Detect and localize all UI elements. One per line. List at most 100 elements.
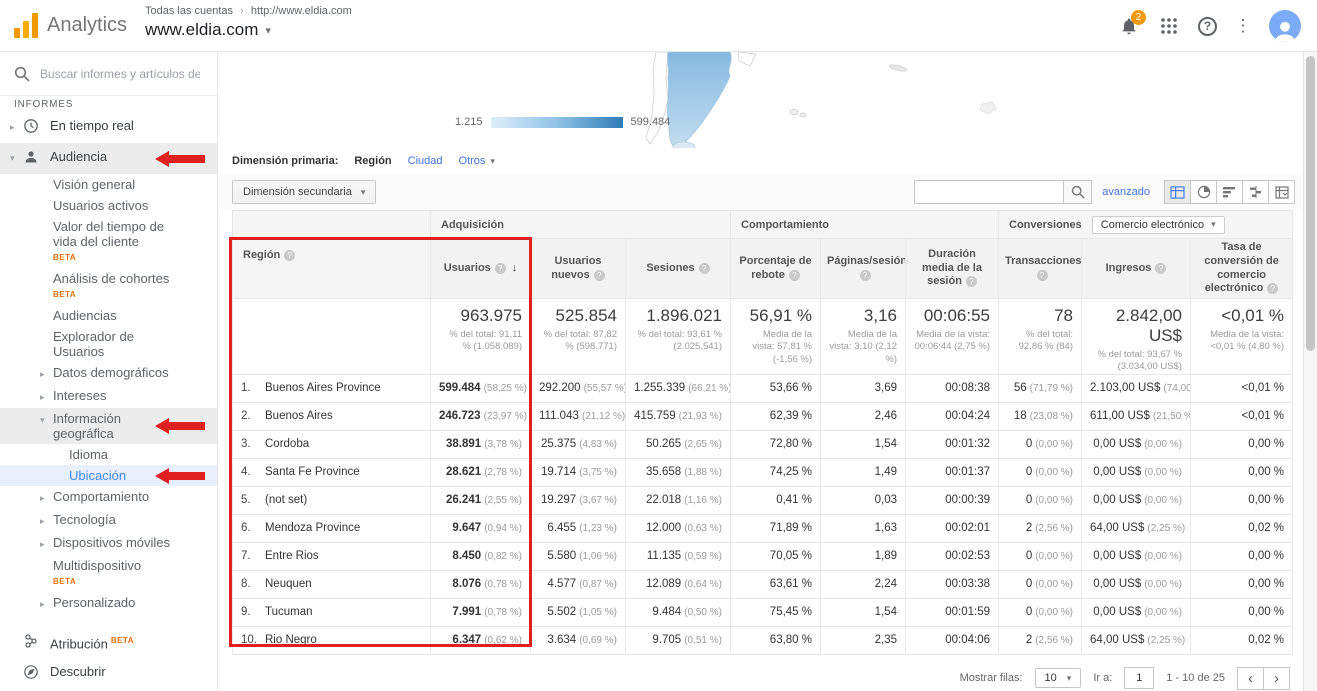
region-name[interactable]: Rio Negro (265, 634, 317, 646)
column-header-tasa-conversion[interactable]: Tasa de conversión de comercio electróni… (1191, 239, 1293, 299)
dimension-option-region[interactable]: Región (354, 155, 391, 167)
sidebar-item-en-tiempo-real[interactable]: ▸En tiempo real (0, 112, 217, 143)
sidebar-item-multidispositivo[interactable]: MultidispositivoBETA (0, 555, 217, 592)
sidebar-item-valor-del-tiempo-de-vida-del-cliente[interactable]: Valor del tiempo de vida del clienteBETA (0, 216, 217, 268)
main-scrollbar[interactable] (1303, 52, 1317, 691)
chevron-down-icon[interactable]: ▾ (40, 411, 53, 428)
sidebar-item-informacion-geografica[interactable]: ▾Información geográfica (0, 408, 217, 444)
help-button[interactable]: ? (1198, 17, 1217, 36)
dimension-option-ciudad[interactable]: Ciudad (408, 155, 443, 167)
column-header-sesiones[interactable]: Sesiones? (626, 239, 731, 299)
notifications-button[interactable]: 2 (1118, 15, 1140, 37)
region-name[interactable]: Buenos Aires (265, 410, 333, 422)
view-performance-button[interactable] (1216, 180, 1243, 204)
sidebar-item-datos-demograficos[interactable]: ▸Datos demográficos (0, 362, 217, 385)
help-icon[interactable]: ? (1155, 263, 1166, 274)
help-icon[interactable]: ? (789, 270, 800, 281)
view-percentage-button[interactable] (1190, 180, 1217, 204)
sidebar-search[interactable] (0, 52, 217, 96)
sidebar-item-usuarios-activos[interactable]: Usuarios activos (0, 195, 217, 216)
sidebar-item-dispositivos-moviles[interactable]: ▸Dispositivos móviles (0, 532, 217, 555)
region-name[interactable]: Entre Rios (265, 550, 319, 562)
view-comparison-button[interactable] (1242, 180, 1269, 204)
sidebar-item-explorador-de-usuarios[interactable]: Explorador de Usuarios (0, 326, 217, 362)
help-icon[interactable]: ? (284, 250, 295, 261)
search-icon (14, 66, 30, 82)
search-input[interactable] (40, 67, 200, 81)
table-row: 2.Buenos Aires246.723(23,97 %)111.043(21… (233, 402, 1293, 430)
help-icon[interactable]: ? (495, 263, 506, 274)
help-icon[interactable]: ? (1037, 270, 1048, 281)
table-search-input[interactable] (914, 180, 1064, 204)
dimension-option-otros[interactable]: Otros ▾ (459, 155, 495, 167)
property-name: www.eldia.com (145, 20, 258, 40)
column-header-rebote[interactable]: Porcentaje de rebote? (731, 239, 821, 299)
rows-per-page-select[interactable]: 10 ▾ (1035, 668, 1082, 688)
region-name[interactable]: Cordoba (265, 438, 309, 450)
region-name[interactable]: Tucuman (265, 606, 313, 618)
help-icon[interactable]: ? (860, 270, 871, 281)
chevron-right-icon[interactable]: ▸ (40, 489, 53, 506)
chevron-right-icon[interactable]: ▸ (10, 118, 23, 135)
breadcrumb-property[interactable]: http://www.eldia.com (251, 5, 352, 17)
column-header-ingresos[interactable]: Ingresos? (1082, 239, 1191, 299)
sidebar-item-intereses[interactable]: ▸Intereses (0, 385, 217, 408)
sidebar-item-personalizado[interactable]: ▸Personalizado (0, 592, 217, 615)
geo-map[interactable] (598, 52, 1158, 148)
table-search-button[interactable] (1064, 180, 1092, 204)
sort-desc-icon[interactable]: ↓ (512, 262, 518, 274)
region-name[interactable]: (not set) (265, 494, 307, 506)
column-header-region[interactable]: Región? (233, 211, 431, 299)
sidebar-item-comportamiento[interactable]: ▸Comportamiento (0, 486, 217, 509)
apps-grid-icon (1160, 17, 1178, 35)
sidebar-item-ubicacion[interactable]: Ubicación (0, 465, 217, 486)
more-options-button[interactable]: ⋮ (1237, 16, 1249, 36)
sidebar-item-audiencias[interactable]: Audiencias (0, 305, 217, 326)
map-region-chile[interactable] (646, 52, 668, 144)
ecommerce-selector[interactable]: Comercio electrónico ▾ (1092, 216, 1225, 234)
property-selector[interactable]: www.eldia.com ▾ (145, 20, 352, 40)
sidebar-item-tecnologia[interactable]: ▸Tecnología (0, 509, 217, 532)
help-icon[interactable]: ? (699, 263, 710, 274)
sidebar-item-descubrir[interactable]: Descubrir (0, 658, 217, 689)
sidebar-item-idioma[interactable]: Idioma (0, 444, 217, 465)
column-header-paginas-sesion[interactable]: Páginas/sesión? (821, 239, 906, 299)
secondary-dimension-button[interactable]: Dimensión secundaria ▾ (232, 180, 376, 204)
region-name[interactable]: Mendoza Province (265, 522, 360, 534)
sidebar-nav: ▸En tiempo real▾AudienciaVisión generalU… (0, 112, 217, 615)
user-avatar[interactable] (1269, 10, 1301, 42)
column-header-usuarios[interactable]: Usuarios?↓ (431, 239, 531, 299)
breadcrumb[interactable]: Todas las cuentas › http://www.eldia.com (145, 5, 352, 17)
chevron-right-icon[interactable]: ▸ (40, 595, 53, 612)
map-region-argentina[interactable] (667, 52, 731, 147)
cell-value: 6.347 (452, 634, 481, 646)
region-name[interactable]: Neuquen (265, 578, 312, 590)
goto-page-input[interactable] (1124, 667, 1154, 689)
help-icon[interactable]: ? (1267, 283, 1278, 294)
sidebar-item-audiencia[interactable]: ▾Audiencia (0, 143, 217, 174)
column-header-usuarios-nuevos[interactable]: Usuarios nuevos? (531, 239, 626, 299)
chevron-right-icon[interactable]: ▸ (40, 512, 53, 529)
chevron-right-icon[interactable]: ▸ (40, 365, 53, 382)
analytics-logo[interactable]: Analytics (14, 12, 127, 38)
view-pivot-button[interactable] (1268, 180, 1295, 204)
sidebar-item-atribucion[interactable]: AtribuciónBETA (0, 627, 217, 658)
help-icon[interactable]: ? (594, 270, 605, 281)
column-header-duracion[interactable]: Duración media de la sesión? (906, 239, 999, 299)
next-page-button[interactable]: › (1263, 667, 1290, 690)
chevron-right-icon[interactable]: ▸ (40, 388, 53, 405)
previous-page-button[interactable]: ‹ (1237, 667, 1264, 690)
scrollbar-thumb[interactable] (1306, 56, 1315, 351)
sidebar-item-analisis-de-cohortes[interactable]: Análisis de cohortesBETA (0, 268, 217, 305)
help-icon[interactable]: ? (966, 276, 977, 287)
apps-grid-button[interactable] (1160, 17, 1178, 35)
region-name[interactable]: Buenos Aires Province (265, 382, 381, 394)
sidebar-item-vision-general[interactable]: Visión general (0, 174, 217, 195)
breadcrumb-account[interactable]: Todas las cuentas (145, 5, 233, 17)
chevron-right-icon[interactable]: ▸ (40, 535, 53, 552)
column-header-transacciones[interactable]: Transacciones? (999, 239, 1082, 299)
view-table-button[interactable] (1164, 180, 1191, 204)
advanced-link[interactable]: avanzado (1102, 186, 1150, 198)
region-name[interactable]: Santa Fe Province (265, 466, 360, 478)
chevron-down-icon[interactable]: ▾ (10, 149, 23, 166)
